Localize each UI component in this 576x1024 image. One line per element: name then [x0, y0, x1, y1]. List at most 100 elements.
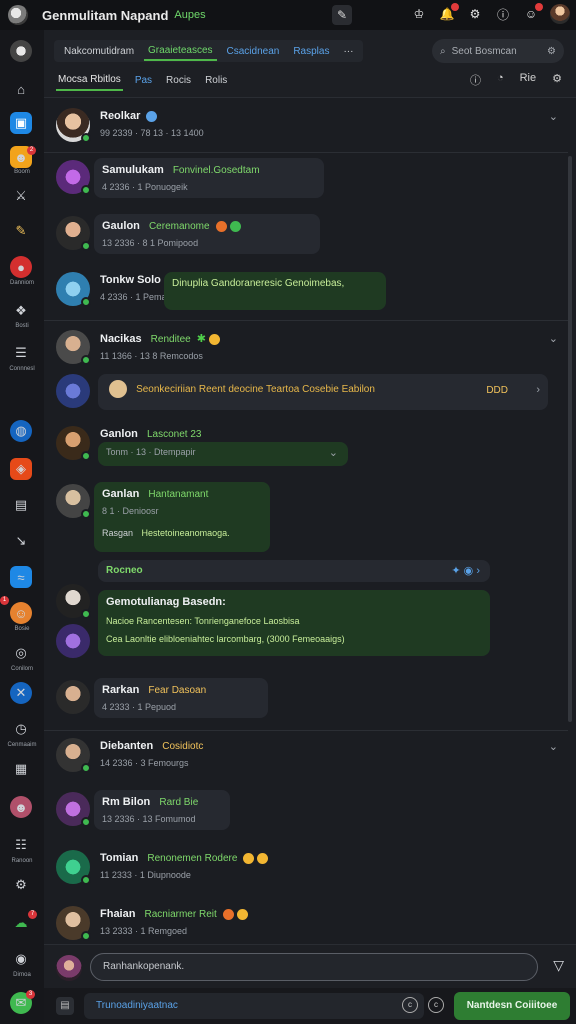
attach-icon[interactable]: ▤: [56, 997, 74, 1015]
scrollbar[interactable]: [568, 156, 572, 722]
message-input[interactable]: Trunoadiniyaatnac: [84, 993, 424, 1019]
app-logo[interactable]: [8, 5, 28, 25]
robot-icon[interactable]: ☻: [10, 796, 32, 818]
disc-icon[interactable]: ◉: [10, 948, 32, 970]
chart-icon[interactable]: ≈: [10, 566, 32, 588]
globe-icon[interactable]: ◍: [10, 420, 32, 442]
user-name[interactable]: Reolkar: [100, 110, 140, 122]
info-icon[interactable]: ⓘ: [470, 72, 481, 88]
subtab-1[interactable]: Mocsa Rbitlos: [56, 70, 123, 91]
stack-icon[interactable]: ☰: [10, 342, 32, 364]
user-name[interactable]: Samulukam: [102, 164, 164, 176]
tab-4[interactable]: Rasplas: [289, 43, 333, 60]
list-icon[interactable]: ☷: [10, 834, 32, 856]
user-name[interactable]: Tonkw Solo: [100, 274, 161, 286]
avatar[interactable]: [56, 374, 90, 408]
gear-icon[interactable]: ⚙: [10, 874, 32, 896]
server-avatar[interactable]: [10, 40, 32, 62]
avatar[interactable]: [56, 108, 91, 143]
profile-avatar[interactable]: [550, 4, 570, 24]
subtab-3[interactable]: Rocis: [164, 71, 193, 90]
record-icon[interactable]: ●: [10, 256, 32, 278]
message-card[interactable]: Seonkeciriian Reent deocine Teartoa Cose…: [98, 374, 548, 410]
tablet-icon[interactable]: ▤: [10, 494, 32, 516]
chevron-down-icon[interactable]: ⌄: [329, 446, 338, 459]
tab-2[interactable]: Graaieteasces: [144, 42, 217, 61]
message-card[interactable]: Samulukam Fonvinel.Gosedtam 4 2336 · 1 P…: [94, 158, 324, 198]
more-tabs-button[interactable]: ···: [339, 43, 357, 60]
avatar[interactable]: [56, 160, 91, 195]
user-name[interactable]: Diebanten: [100, 740, 153, 752]
filter-button[interactable]: Rie: [520, 72, 537, 88]
avatar[interactable]: [56, 792, 91, 827]
user-name[interactable]: Ganlan: [102, 488, 139, 500]
user-icon[interactable]: ☺: [522, 3, 543, 23]
cube-icon[interactable]: ❖: [10, 300, 32, 322]
avatar[interactable]: [56, 738, 91, 773]
camera-icon[interactable]: ◎: [10, 642, 32, 664]
reply-bar[interactable]: Tonm · 13 · Dtempapir ⌄: [98, 442, 348, 466]
mention-icon[interactable]: 🔔: [438, 3, 459, 23]
home-icon[interactable]: ⌂: [10, 78, 32, 100]
header-settings-icon[interactable]: ⚙: [552, 72, 562, 88]
avatar[interactable]: [56, 426, 91, 461]
avatar[interactable]: [56, 906, 91, 941]
history-icon[interactable]: ◔: [497, 72, 504, 88]
message-card[interactable]: Rm Bilon Rard Bie 13 2336 · 13 Fomumod: [94, 790, 230, 830]
face-icon[interactable]: ☺: [10, 602, 32, 624]
app-icon[interactable]: ◈: [10, 458, 32, 480]
search-input[interactable]: ⌕ Seot Bosmcan ⚙: [432, 39, 564, 63]
arrow-icon[interactable]: ↘: [10, 530, 32, 552]
avatar[interactable]: [56, 680, 90, 714]
reply-input[interactable]: Ranhankopenank.: [90, 953, 538, 981]
rail-label: Boom: [14, 169, 30, 175]
bookmark-icon[interactable]: ▣: [10, 112, 32, 134]
close-circle-icon[interactable]: ✕: [10, 682, 32, 704]
avatar[interactable]: [56, 216, 91, 251]
clock-icon[interactable]: ◷: [10, 718, 32, 740]
message-card[interactable]: Gemotulianag Basedn: Nacioe Rancentesen:…: [98, 590, 490, 656]
pin-icon[interactable]: ✎: [332, 5, 352, 25]
tab-1[interactable]: Nakcomutidram: [60, 43, 138, 60]
send-icon[interactable]: ▽: [553, 957, 564, 974]
help-icon[interactable]: ⓘ: [494, 5, 512, 23]
avatar[interactable]: [56, 624, 90, 658]
swords-icon[interactable]: ⚔: [10, 185, 32, 207]
gif-icon[interactable]: c: [428, 997, 444, 1013]
avatar[interactable]: [56, 484, 91, 519]
chevron-down-icon[interactable]: ⌄: [549, 740, 558, 753]
thread-title[interactable]: Rocneo: [106, 565, 143, 576]
subtab-2[interactable]: Pas: [133, 71, 154, 90]
user-name[interactable]: Rm Bilon: [102, 796, 150, 808]
user-name[interactable]: Tomian: [100, 852, 138, 864]
tab-3[interactable]: Csacidnean: [223, 43, 284, 60]
settings-icon[interactable]: ⚙: [466, 5, 484, 23]
frame-icon[interactable]: ▦: [10, 758, 32, 780]
user-name[interactable]: Fhaian: [100, 908, 135, 920]
thread-bar[interactable]: Rocneo ✦ ◉ ›: [98, 560, 490, 582]
search-options-icon[interactable]: ⚙: [547, 46, 556, 57]
submit-button[interactable]: Nantdesn Coiiitoee: [454, 992, 570, 1020]
message-card[interactable]: Ganlan Hantanamant 8 1 · Denioosr Rasgan…: [94, 482, 270, 552]
avatar[interactable]: [56, 584, 91, 619]
user-name[interactable]: Nacikas: [100, 333, 142, 345]
chevron-down-icon[interactable]: ⌄: [549, 110, 558, 123]
emoji-icon[interactable]: c: [402, 997, 418, 1013]
avatar[interactable]: [56, 330, 91, 365]
bell-icon[interactable]: ♔: [410, 5, 428, 23]
user-name[interactable]: Ganlon: [100, 428, 138, 440]
avatar[interactable]: [56, 272, 91, 307]
chevron-right-icon[interactable]: ›: [536, 384, 540, 396]
user-name[interactable]: Rarkan: [102, 684, 139, 696]
pen-icon[interactable]: ✎: [10, 220, 32, 242]
avatar[interactable]: [56, 850, 91, 885]
avatar[interactable]: [56, 955, 82, 981]
status-bubble[interactable]: Dinuplia Gandoraneresic Genoimebas,: [164, 272, 386, 310]
user-name[interactable]: Gaulon: [102, 220, 140, 232]
chevron-down-icon[interactable]: ⌄: [549, 332, 558, 345]
message-card[interactable]: Rarkan Fear Dasoan 4 2333 · 1 Pepuod: [94, 678, 268, 718]
subtab-4[interactable]: Rolis: [203, 71, 229, 90]
thread-actions[interactable]: ✦ ◉ ›: [451, 564, 480, 577]
message-card[interactable]: Gaulon Ceremanome 13 2336 · 8 1 Pomipood: [94, 214, 320, 254]
user-name[interactable]: Gemotulianag Basedn:: [106, 596, 226, 608]
